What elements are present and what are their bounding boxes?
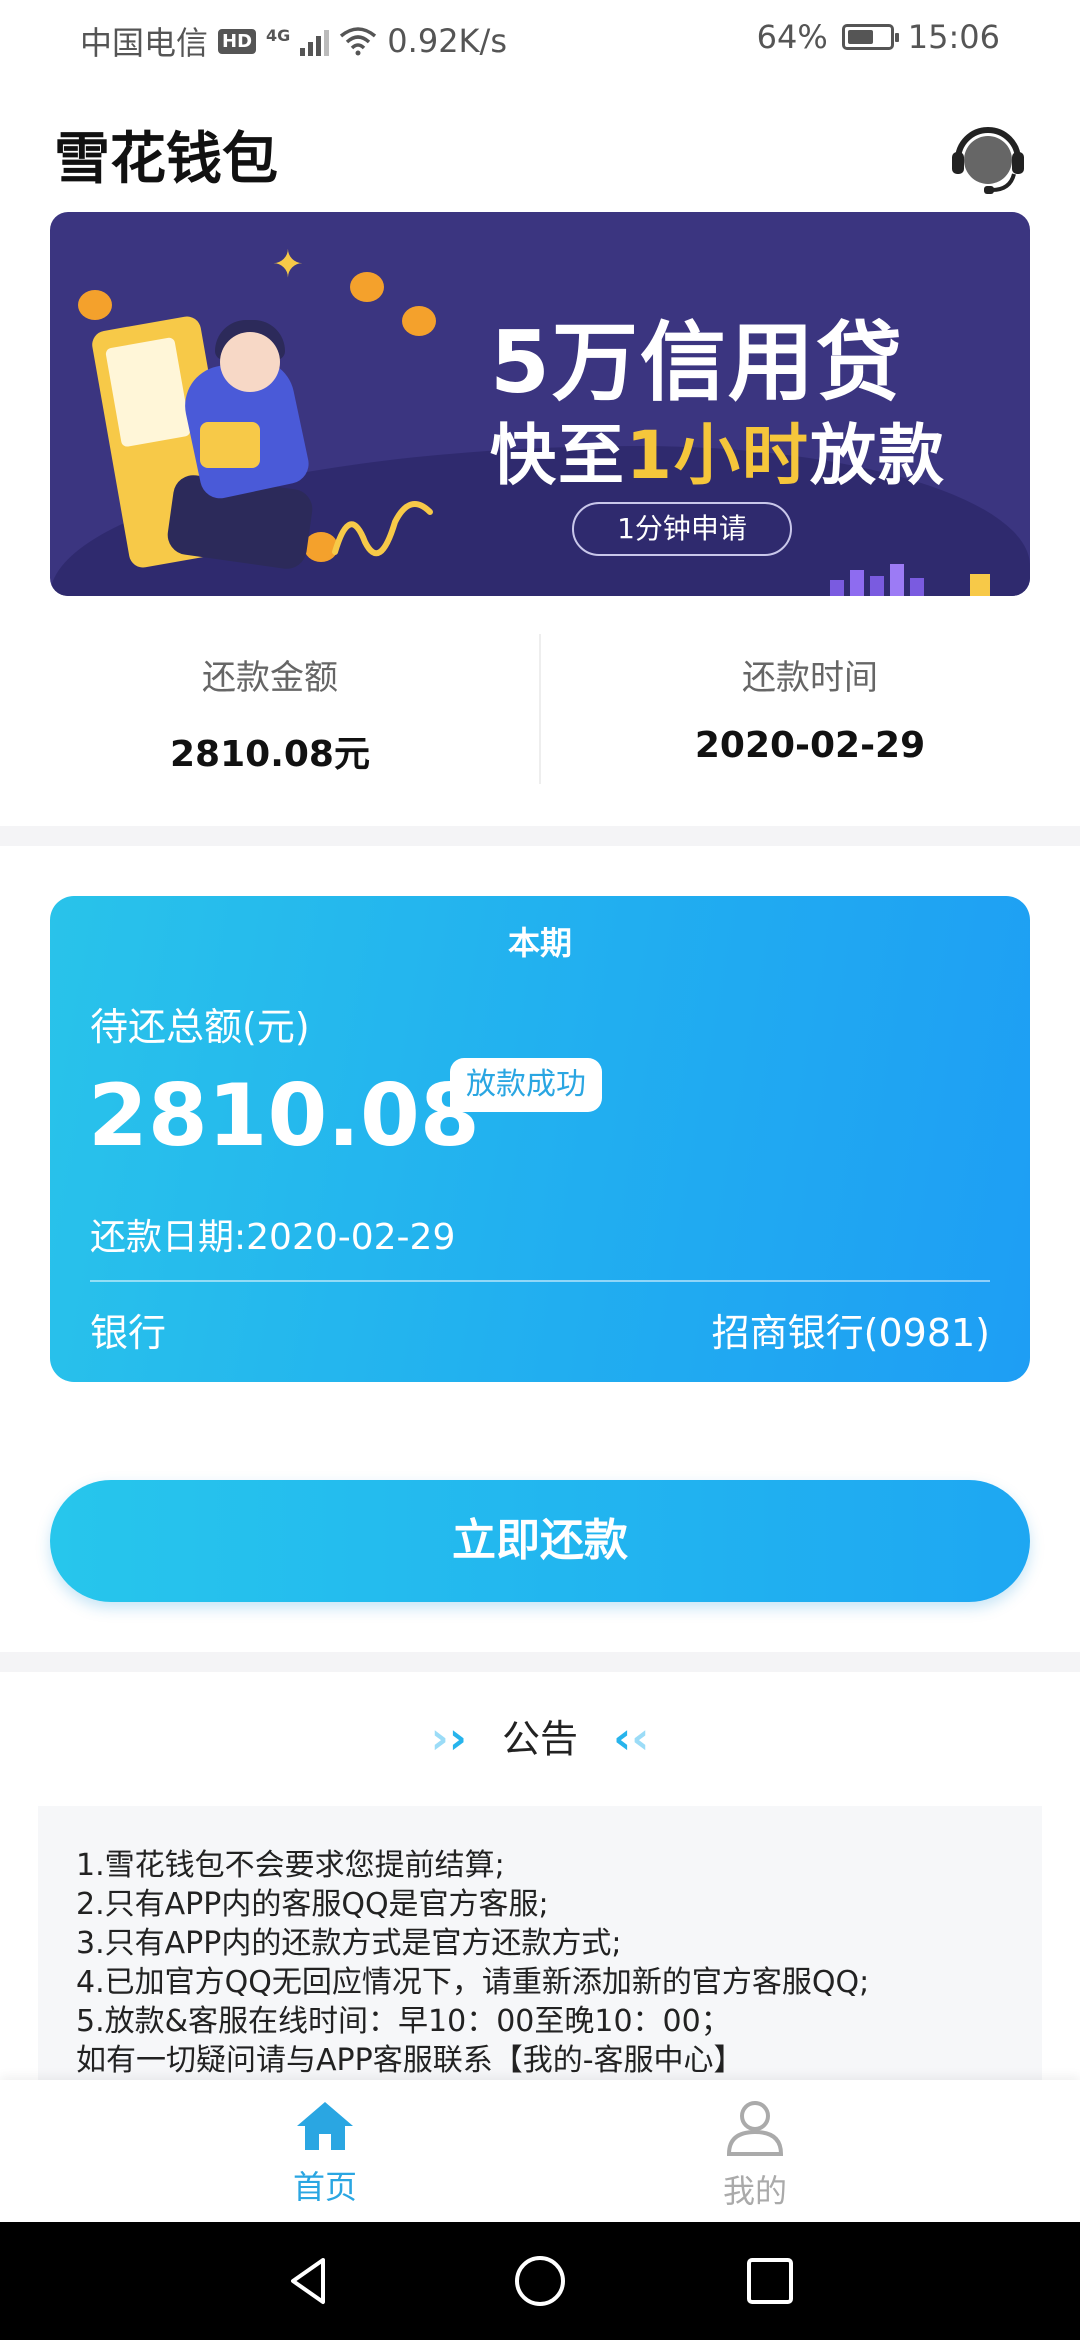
home-circle-icon[interactable]: [513, 2254, 567, 2308]
banner-subtitle: 快至1小时放款: [490, 417, 946, 494]
notice-item: 2.只有APP内的客服QQ是官方客服;: [76, 1887, 549, 1922]
status-right: 64% 15:06: [757, 18, 1000, 56]
squiggle-decoration: [332, 501, 433, 557]
home-icon: [297, 2102, 353, 2150]
notice-list: 1.雪花钱包不会要求您提前结算; 2.只有APP内的客服QQ是官方客服; 3.只…: [76, 1846, 869, 2080]
bank-label: 银行: [90, 1311, 167, 1355]
notice-item: 4.已加官方QQ无回应情况下，请重新添加新的官方客服QQ;: [76, 1965, 870, 2000]
banner-title: 5万信用贷: [490, 313, 904, 413]
network-type: 4G: [266, 25, 291, 45]
repayment-summary: 还款金额 2810.08元 还款时间 2020-02-29: [0, 630, 1080, 790]
system-nav-bar: [0, 2222, 1080, 2340]
section-gap: [0, 826, 1080, 846]
battery-percent: 64%: [756, 18, 828, 56]
clock: 15:06: [907, 18, 1000, 56]
back-icon[interactable]: [283, 2254, 337, 2308]
summary-amount-value: 2810.08元: [170, 734, 370, 775]
app-title: 雪花钱包: [54, 127, 278, 192]
status-left: 中国电信 HD 4G 0.92K/s: [80, 18, 507, 64]
pending-total-amount: 2810.08: [88, 1066, 480, 1166]
tab-home[interactable]: 首页: [175, 2100, 475, 2208]
notice-item: 5.放款&客服在线时间：早10：00至晚10：00；: [76, 2004, 731, 2039]
notice-title: 公告: [501, 1717, 578, 1761]
summary-amount: 还款金额 2810.08元: [0, 650, 540, 777]
battery-icon: [841, 24, 899, 50]
current-period-card: 本期 待还总额(元) 2810.08 放款成功 还款日期:2020-02-29 …: [50, 896, 1030, 1382]
tab-mine-label: 我的: [722, 2172, 787, 2210]
chevron-left-icon: ‹‹: [613, 1713, 650, 1764]
repay-date: 还款日期:2020-02-29: [90, 1217, 456, 1258]
bars-decoration: [830, 564, 990, 596]
apply-pill[interactable]: 1分钟申请: [572, 502, 792, 556]
wifi-icon: [340, 27, 377, 56]
status-badge: 放款成功: [450, 1058, 602, 1112]
summary-time: 还款时间 2020-02-29: [540, 650, 1080, 766]
user-icon: [726, 2101, 784, 2156]
carrier-name: 中国电信: [80, 24, 209, 62]
bag-illustration: [200, 422, 260, 468]
card-period: 本期: [507, 924, 572, 962]
notice-item: 1.雪花钱包不会要求您提前结算;: [76, 1848, 505, 1883]
summary-time-label: 还款时间: [742, 658, 878, 698]
divider: [90, 1280, 990, 1282]
coin-decoration: [402, 306, 436, 336]
person-illustration: [220, 332, 280, 392]
status-bar: 中国电信 HD 4G 0.92K/s 64% 15:06: [0, 0, 1080, 72]
promo-banner[interactable]: ✦ 5万信用贷 快至1小时放款 1分钟申请: [50, 212, 1030, 596]
hd-badge: HD: [218, 28, 257, 54]
bottom-tab-bar: 首页 我的: [0, 2080, 1080, 2222]
coin-decoration: [350, 272, 384, 302]
notice-item: 如有一切疑问请与APP客服联系【我的-客服中心】: [76, 2043, 744, 2078]
signal-icon: [300, 26, 330, 56]
tab-mine[interactable]: 我的: [605, 2100, 905, 2212]
notice-header: ›› 公告 ‹‹: [0, 1704, 1080, 1774]
section-gap: [0, 1652, 1080, 1672]
summary-time-value: 2020-02-29: [694, 725, 926, 766]
repay-now-button[interactable]: 立即还款: [50, 1480, 1030, 1602]
notice-item: 3.只有APP内的还款方式是官方还款方式;: [76, 1926, 622, 1961]
headset-icon[interactable]: [948, 122, 1028, 198]
notice-box: 1.雪花钱包不会要求您提前结算; 2.只有APP内的客服QQ是官方客服; 3.只…: [38, 1806, 1042, 2106]
pending-total-label: 待还总额(元): [90, 1005, 310, 1049]
app-header: 雪花钱包: [54, 110, 1034, 210]
summary-amount-label: 还款金额: [202, 658, 338, 698]
chevron-right-icon: ››: [430, 1713, 467, 1764]
bank-value: 招商银行(0981): [711, 1311, 990, 1355]
star-icon: ✦: [272, 242, 304, 286]
network-speed: 0.92K/s: [387, 22, 507, 60]
recents-icon[interactable]: [743, 2254, 797, 2308]
tab-home-label: 首页: [292, 2168, 357, 2206]
coin-decoration: [78, 290, 112, 320]
